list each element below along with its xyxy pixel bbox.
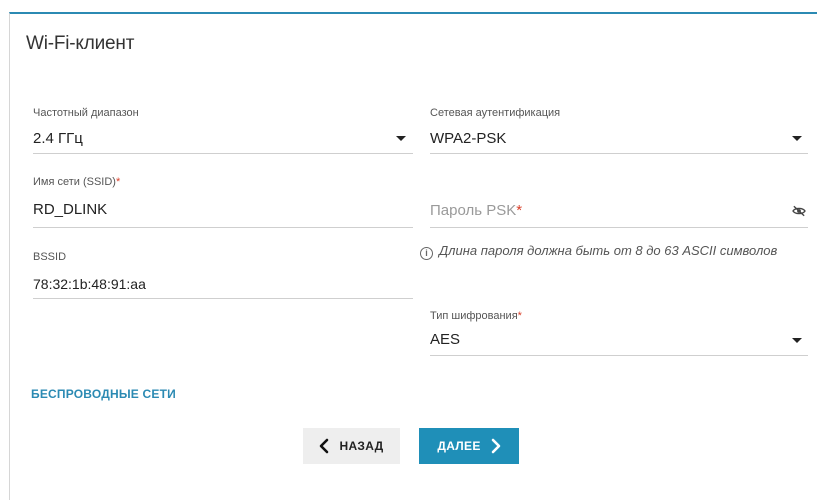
chevron-down-icon[interactable] [792, 338, 802, 343]
ssid-label: Имя сети (SSID)* [33, 176, 121, 188]
bssid-label: BSSID [33, 251, 67, 263]
chevron-down-icon[interactable] [792, 136, 802, 141]
psk-input[interactable]: Пароль PSK* [430, 202, 522, 219]
hint-text: Длина пароля должна быть от 8 до 63 ASCI… [439, 243, 778, 258]
auth-underline [430, 153, 808, 154]
bssid-input[interactable]: 78:32:1b:48:91:aa [33, 276, 146, 292]
back-button[interactable]: НАЗАД [303, 428, 400, 464]
auth-value[interactable]: WPA2-PSK [430, 130, 506, 147]
encryption-underline [430, 355, 808, 356]
password-hint: i Длина пароля должна быть от 8 до 63 ASC… [420, 241, 780, 260]
info-icon: i [420, 247, 433, 260]
bssid-underline [33, 298, 413, 299]
auth-label: Сетевая аутентификация [430, 107, 561, 119]
page-title: Wi-Fi-клиент [26, 33, 135, 54]
eye-off-icon[interactable] [792, 205, 806, 217]
wireless-networks-link[interactable]: БЕСПРОВОДНЫЕ СЕТИ [31, 387, 176, 401]
chevron-right-icon [491, 438, 500, 454]
back-button-label: НАЗАД [339, 439, 384, 453]
band-label: Частотный диапазон [33, 107, 139, 119]
chevron-left-icon [320, 438, 329, 454]
next-button-label: ДАЛЕЕ [437, 439, 481, 453]
psk-underline [430, 227, 808, 228]
chevron-down-icon[interactable] [396, 136, 406, 141]
band-value[interactable]: 2.4 ГГц [33, 130, 83, 147]
next-button[interactable]: ДАЛЕЕ [419, 428, 519, 464]
ssid-input[interactable]: RD_DLINK [33, 201, 107, 218]
encryption-value[interactable]: AES [430, 331, 460, 348]
band-underline [33, 153, 413, 154]
encryption-label: Тип шифрования* [430, 310, 522, 322]
ssid-underline [33, 227, 413, 228]
